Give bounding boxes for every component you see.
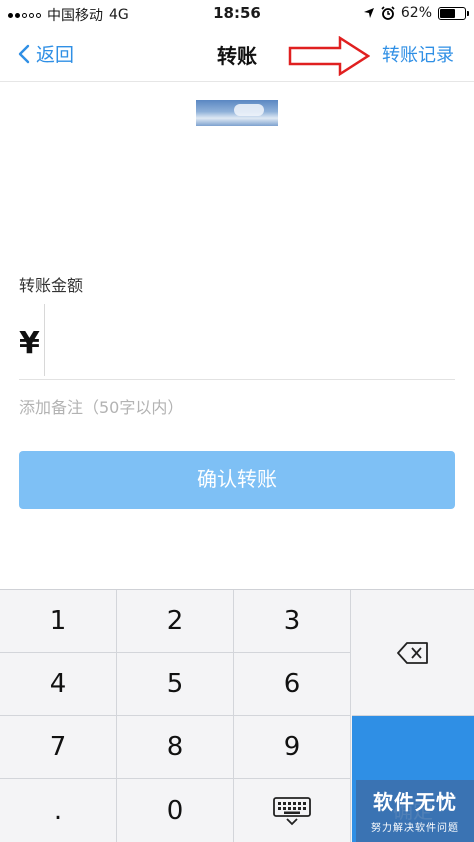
key-5[interactable]: 5 <box>117 653 234 716</box>
status-right: 62% <box>363 5 469 21</box>
battery-icon <box>438 6 469 20</box>
remark-input[interactable]: 添加备注（50字以内） <box>19 394 183 418</box>
watermark-subtitle: 努力解决软件问题 <box>371 823 459 834</box>
watermark-title: 软件无忧 <box>373 790 457 814</box>
key-9[interactable]: 9 <box>234 716 351 779</box>
key-3[interactable]: 3 <box>234 590 351 653</box>
hide-keyboard-key[interactable] <box>234 779 351 842</box>
watermark-logo: 软件无忧 努力解决软件问题 <box>356 780 474 842</box>
alarm-icon <box>381 6 395 20</box>
key-8[interactable]: 8 <box>117 716 234 779</box>
key-2[interactable]: 2 <box>117 590 234 653</box>
key-7[interactable]: 7 <box>0 716 117 779</box>
key-1[interactable]: 1 <box>0 590 117 653</box>
status-bar: 中国移动 4G 18:56 62% <box>0 0 474 28</box>
amount-input[interactable] <box>44 304 45 376</box>
amount-label: 转账金额 <box>19 276 84 295</box>
backspace-icon <box>397 641 428 664</box>
key-dot[interactable]: . <box>0 779 117 842</box>
key-4[interactable]: 4 <box>0 653 117 716</box>
battery-percent: 62% <box>400 5 432 21</box>
annotation-arrow-icon <box>288 36 370 76</box>
recipient-avatar <box>196 100 278 126</box>
keyboard-hide-icon <box>273 796 311 825</box>
location-arrow-icon <box>363 8 374 18</box>
nav-bar: 返回 转账 转账记录 <box>0 28 474 82</box>
currency-symbol: ¥ <box>19 326 40 361</box>
backspace-key[interactable] <box>352 590 474 716</box>
battery-fill <box>440 8 455 18</box>
amount-divider <box>19 379 455 380</box>
key-6[interactable]: 6 <box>234 653 351 716</box>
confirm-transfer-button[interactable]: 确认转账 <box>19 451 455 509</box>
transfer-record-link[interactable]: 转账记录 <box>382 41 454 67</box>
key-0[interactable]: 0 <box>117 779 234 842</box>
